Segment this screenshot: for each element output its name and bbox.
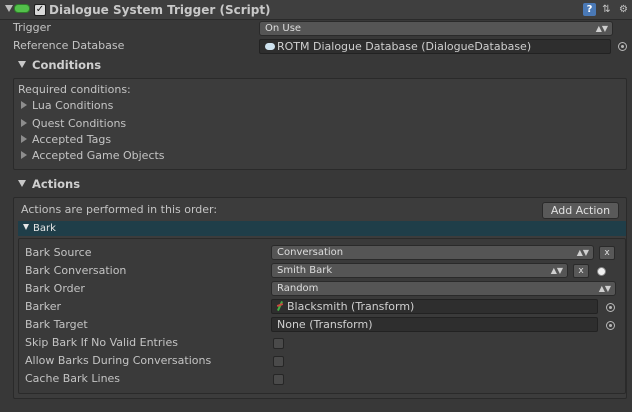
condition-item-game-objects[interactable]: Accepted Game Objects	[21, 149, 165, 162]
object-picker-icon[interactable]	[606, 321, 615, 330]
transform-icon	[277, 301, 283, 311]
foldout-arrow-icon	[21, 151, 27, 159]
cache-bark-lines-checkbox[interactable]	[273, 374, 284, 385]
bark-target-label: Bark Target	[25, 318, 88, 331]
trigger-value: On Use	[265, 23, 302, 34]
help-icon[interactable]: ?	[583, 3, 596, 16]
foldout-arrow-icon	[21, 101, 27, 109]
dropdown-arrow-icon: ▲▼	[598, 284, 611, 293]
reference-database-field[interactable]: ROTM Dialogue Database (DialogueDatabase…	[259, 39, 611, 54]
skip-bark-checkbox[interactable]	[273, 338, 284, 349]
component-toggle-icon	[14, 4, 30, 13]
gear-icon[interactable]: ⚙	[617, 3, 630, 16]
component-title: Dialogue System Trigger (Script)	[49, 3, 271, 17]
bark-conversation-dropdown[interactable]: Smith Bark ▲▼	[271, 263, 568, 278]
add-action-button[interactable]: Add Action	[542, 202, 619, 219]
bark-action-header[interactable]: Bark	[18, 221, 626, 236]
dropdown-arrow-icon: ▲▼	[550, 266, 563, 275]
conditions-header[interactable]: Conditions	[18, 58, 101, 72]
condition-item-lua[interactable]: Lua Conditions	[21, 99, 113, 112]
skip-bark-label: Skip Bark If No Valid Entries	[25, 336, 178, 349]
required-conditions-label: Required conditions:	[18, 83, 131, 96]
bark-order-dropdown[interactable]: Random ▲▼	[271, 281, 616, 296]
database-icon	[265, 43, 275, 50]
barker-field[interactable]: Blacksmith (Transform)	[271, 299, 598, 314]
condition-item-quest[interactable]: Quest Conditions	[21, 117, 126, 130]
preset-icon[interactable]: ⇅	[600, 3, 613, 16]
object-picker-icon[interactable]	[618, 42, 627, 51]
actions-order-text: Actions are performed in this order:	[21, 203, 218, 216]
component-header: ✓ Dialogue System Trigger (Script) ? ⇅ ⚙	[0, 0, 632, 20]
trigger-dropdown[interactable]: On Use ▲▼	[259, 21, 613, 36]
bark-target-field[interactable]: None (Transform)	[271, 317, 598, 332]
dropdown-arrow-icon: ▲▼	[576, 248, 589, 257]
foldout-arrow-icon	[18, 180, 26, 187]
foldout-arrow-icon[interactable]	[5, 5, 13, 12]
bark-order-label: Bark Order	[25, 282, 85, 295]
foldout-arrow-icon	[21, 119, 27, 127]
allow-barks-checkbox[interactable]	[273, 356, 284, 367]
actions-header[interactable]: Actions	[18, 177, 80, 191]
object-picker-icon[interactable]	[606, 303, 615, 312]
reference-database-value: ROTM Dialogue Database (DialogueDatabase…	[277, 40, 532, 53]
clear-bark-conversation-button[interactable]: x	[573, 264, 589, 278]
foldout-arrow-icon	[23, 224, 29, 230]
conversation-picker-icon[interactable]	[597, 267, 606, 276]
trigger-label: Trigger	[13, 21, 51, 34]
barker-label: Barker	[25, 300, 62, 313]
bark-conversation-label: Bark Conversation	[25, 264, 127, 277]
allow-barks-label: Allow Barks During Conversations	[25, 354, 212, 367]
foldout-arrow-icon	[21, 135, 27, 143]
bark-action-box	[18, 238, 626, 394]
dropdown-arrow-icon: ▲▼	[595, 24, 608, 33]
reference-database-label: Reference Database	[13, 39, 125, 52]
bark-source-dropdown[interactable]: Conversation ▲▼	[271, 245, 594, 260]
enabled-checkbox[interactable]: ✓	[34, 4, 46, 16]
condition-item-tags[interactable]: Accepted Tags	[21, 133, 111, 146]
cache-bark-lines-label: Cache Bark Lines	[25, 372, 121, 385]
clear-bark-source-button[interactable]: x	[599, 246, 615, 260]
foldout-arrow-icon	[18, 61, 26, 68]
bark-source-label: Bark Source	[25, 246, 92, 259]
